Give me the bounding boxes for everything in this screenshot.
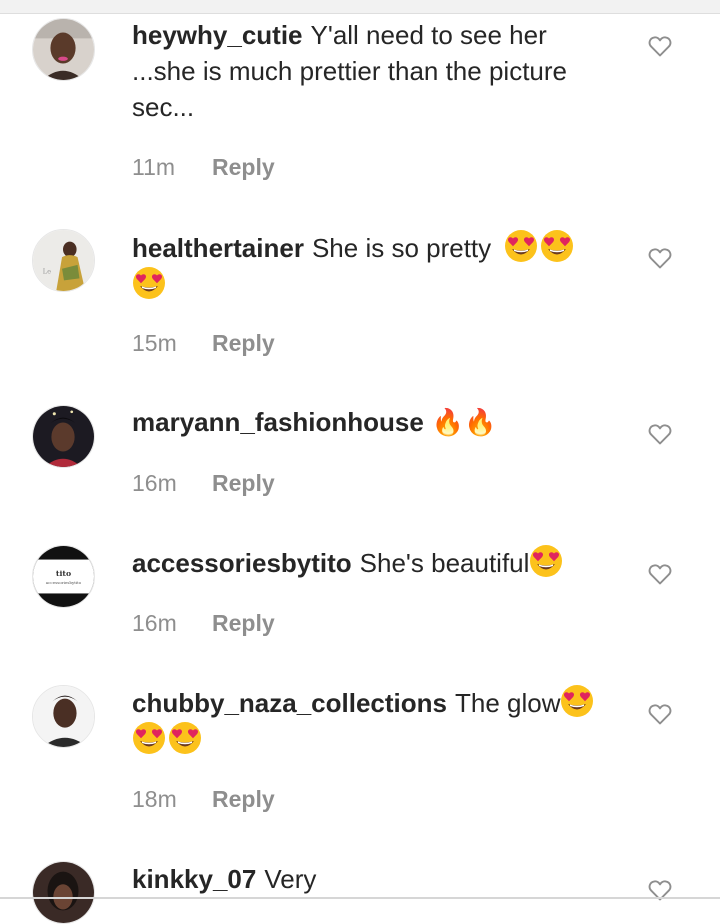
heart-outline-icon[interactable] (648, 563, 672, 585)
reply-button[interactable]: Reply (212, 786, 275, 812)
user-avatar[interactable] (32, 685, 95, 748)
comment-meta: 11m Reply (132, 152, 275, 182)
user-avatar[interactable]: Le (32, 229, 95, 292)
comment-body: healthertainer She is so pretty (132, 229, 612, 303)
comment-time: 11m (132, 154, 176, 180)
comment-body: chubby_naza_collections The glow (132, 684, 612, 758)
heart-eyes-emoji (560, 684, 594, 718)
comment-body: heywhy_cutie Y'all need to see her ...she… (132, 17, 612, 125)
comment-meta: 16m Reply (132, 468, 275, 498)
comment-username[interactable]: heywhy_cutie (132, 20, 303, 50)
comment-body: maryann_fashionhouse 🔥🔥 (132, 404, 612, 440)
reply-button[interactable]: Reply (212, 330, 275, 356)
brand-logo-avatar[interactable]: tito accessoriesbytito (32, 545, 95, 608)
comment-time: 16m (132, 470, 177, 496)
top-edge-bar (0, 0, 720, 14)
comment-username[interactable]: chubby_naza_collections (132, 688, 447, 718)
comment-username[interactable]: maryann_fashionhouse (132, 407, 424, 437)
svg-text:accessoriesbytito: accessoriesbytito (46, 580, 82, 585)
comment-meta: 15m Reply (132, 328, 275, 358)
heart-eyes-emoji (132, 266, 166, 300)
user-avatar[interactable] (32, 18, 95, 81)
heart-outline-icon[interactable] (648, 703, 672, 725)
comment-body: kinkky_07 Very (132, 861, 612, 897)
reply-button[interactable]: Reply (212, 470, 275, 496)
comment-text: The glow (454, 688, 561, 718)
heart-eyes-emoji (540, 229, 574, 263)
reply-button[interactable]: Reply (212, 610, 275, 636)
comment-meta: 16m Reply (132, 608, 275, 638)
comment-time: 18m (132, 786, 177, 812)
comment-time: 15m (132, 330, 177, 356)
comment-username[interactable]: healthertainer (132, 233, 304, 263)
user-avatar[interactable] (32, 405, 95, 468)
comment-username[interactable]: kinkky_07 (132, 864, 256, 894)
comment-username[interactable]: accessoriesbytito (132, 548, 352, 578)
heart-outline-icon[interactable] (648, 35, 672, 57)
user-avatar[interactable] (32, 861, 95, 924)
comment-text: She is so pretty (311, 233, 492, 263)
comment-text: She's beautiful (359, 548, 530, 578)
heart-outline-icon[interactable] (648, 247, 672, 269)
comment-text: Very (264, 864, 317, 894)
comment-text: 🔥🔥 (431, 407, 497, 437)
heart-eyes-emoji (529, 544, 563, 578)
svg-text:tito: tito (56, 569, 71, 578)
heart-eyes-emoji (504, 229, 538, 263)
bottom-edge-line (0, 897, 720, 899)
heart-outline-icon[interactable] (648, 423, 672, 445)
svg-text:Le: Le (43, 268, 52, 276)
comment-time: 16m (132, 610, 177, 636)
comment-meta: 18m Reply (132, 784, 275, 814)
comment-body: accessoriesbytito She's beautiful (132, 544, 612, 581)
reply-button[interactable]: Reply (212, 154, 275, 180)
heart-eyes-emoji (168, 721, 202, 755)
heart-eyes-emoji (132, 721, 166, 755)
